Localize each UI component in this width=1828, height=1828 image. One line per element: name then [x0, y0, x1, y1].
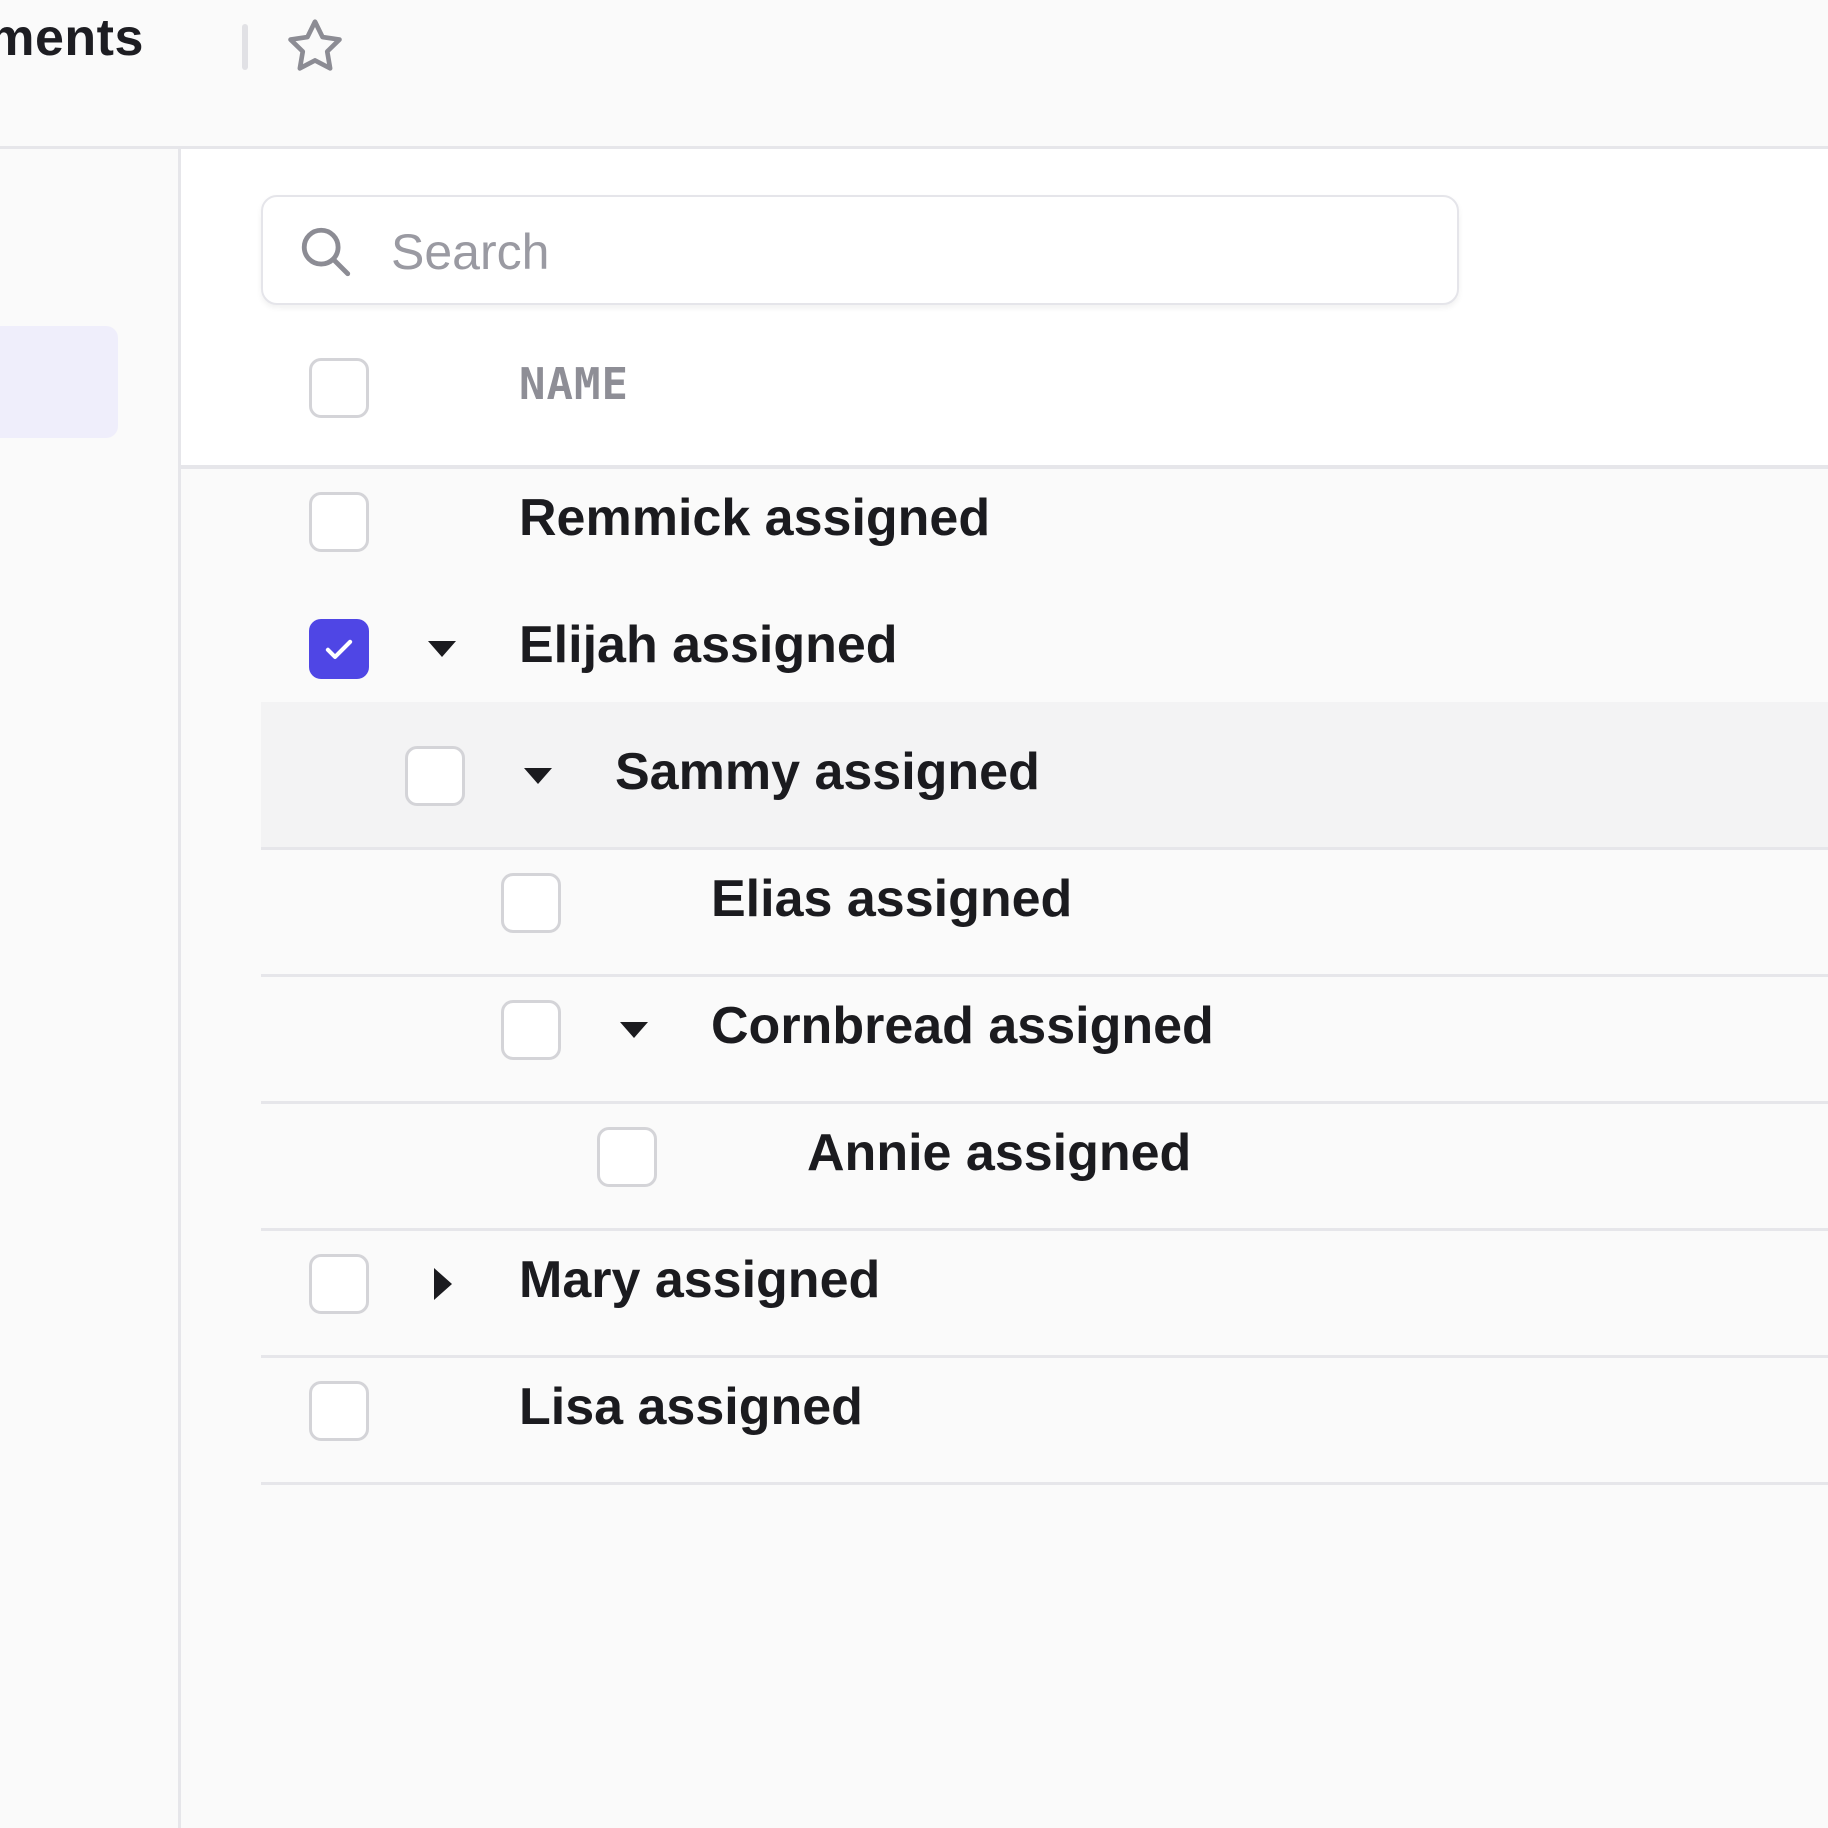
- column-header-name: NAME: [519, 359, 629, 410]
- collapse-toggle[interactable]: [418, 625, 466, 673]
- favorite-button[interactable]: [282, 14, 348, 80]
- row-label: Annie assigned: [807, 1124, 1192, 1182]
- row-label: Elias assigned: [711, 870, 1073, 928]
- table-row[interactable]: Cornbread assigned: [261, 956, 1828, 1104]
- row-label: Elijah assigned: [519, 616, 898, 674]
- row-divider: [261, 1482, 1828, 1485]
- row-checkbox[interactable]: [309, 619, 369, 679]
- star-icon: [288, 19, 342, 71]
- row-label: Mary assigned: [519, 1251, 881, 1309]
- search-icon: [301, 227, 351, 277]
- row-label: Sammy assigned: [615, 743, 1040, 801]
- main-panel: NAME Remmick assigned Elijah assigned Samm…: [181, 149, 1828, 1828]
- title-divider: [242, 24, 248, 70]
- table-row[interactable]: Lisa assigned: [261, 1337, 1828, 1485]
- search-input[interactable]: [389, 211, 1433, 293]
- table-row[interactable]: Mary assigned: [261, 1210, 1828, 1358]
- collapse-toggle[interactable]: [514, 752, 562, 800]
- row-checkbox[interactable]: [501, 873, 561, 933]
- check-icon: [325, 639, 353, 659]
- row-label: Cornbread assigned: [711, 997, 1214, 1055]
- collapse-toggle[interactable]: [610, 1006, 658, 1054]
- caret-right-icon: [434, 1268, 452, 1300]
- caret-down-icon: [620, 1022, 648, 1038]
- row-checkbox[interactable]: [309, 492, 369, 552]
- table-row[interactable]: Elias assigned: [261, 829, 1828, 977]
- row-checkbox[interactable]: [597, 1127, 657, 1187]
- row-checkbox[interactable]: [405, 746, 465, 806]
- select-all-checkbox[interactable]: [309, 358, 369, 418]
- row-checkbox[interactable]: [309, 1381, 369, 1441]
- table-row[interactable]: Annie assigned: [261, 1083, 1828, 1231]
- table-header-area: NAME: [181, 149, 1828, 469]
- search-box[interactable]: [261, 195, 1459, 305]
- sidebar: [0, 149, 181, 1828]
- table-row[interactable]: Sammy assigned: [261, 702, 1828, 850]
- row-label: Lisa assigned: [519, 1378, 863, 1436]
- table-row[interactable]: Remmick assigned: [261, 448, 1828, 596]
- top-bar: gments: [0, 0, 1828, 149]
- caret-down-icon: [428, 641, 456, 657]
- row-label: Remmick assigned: [519, 489, 991, 547]
- expand-toggle[interactable]: [418, 1260, 466, 1308]
- sidebar-item-active[interactable]: [0, 326, 118, 438]
- table-row[interactable]: Elijah assigned: [261, 575, 1828, 723]
- row-checkbox[interactable]: [309, 1254, 369, 1314]
- caret-down-icon: [524, 768, 552, 784]
- page-title: gments: [0, 9, 144, 67]
- row-checkbox[interactable]: [501, 1000, 561, 1060]
